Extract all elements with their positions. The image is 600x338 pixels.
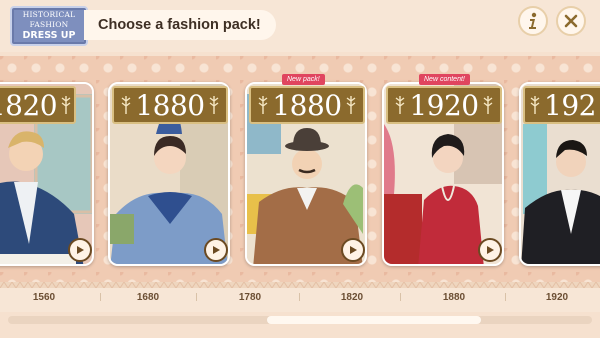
new-pack-tag: New pack!	[282, 74, 325, 85]
timeline-label[interactable]: 1560	[33, 292, 55, 303]
new-content-tag: New content!	[419, 74, 470, 85]
year-badge: 1920	[386, 86, 502, 124]
sprig-icon	[209, 96, 219, 114]
info-button[interactable]	[518, 6, 548, 36]
close-icon	[564, 14, 578, 28]
play-icon	[487, 246, 494, 254]
sprig-icon	[258, 96, 268, 114]
year-label: 1920	[409, 88, 479, 122]
sprig-icon	[395, 96, 405, 114]
play-icon	[77, 246, 84, 254]
timeline-tick	[100, 293, 101, 301]
sprig-icon	[483, 96, 493, 114]
sprig-icon	[121, 96, 131, 114]
year-badge: 1820	[0, 86, 76, 124]
timeline-ruler	[0, 282, 600, 288]
timeline-label[interactable]: 1680	[137, 292, 159, 303]
year-badge: 1880	[249, 86, 365, 124]
year-label: 1820	[0, 88, 58, 122]
play-button[interactable]	[68, 238, 92, 262]
play-icon	[213, 246, 220, 254]
play-icon	[350, 246, 357, 254]
page-title: Choose a fashion pack!	[84, 10, 276, 40]
scrollbar-thumb[interactable]	[267, 316, 481, 324]
info-icon	[529, 12, 537, 29]
timeline-tick	[505, 293, 506, 301]
timeline-label[interactable]: 1920	[546, 292, 568, 303]
timeline-tick	[299, 293, 300, 301]
play-button[interactable]	[478, 238, 502, 262]
year-label: 1880	[135, 88, 205, 122]
timeline-tick	[196, 293, 197, 301]
timeline-label[interactable]: 1880	[443, 292, 465, 303]
game-logo: HISTORICAL FASHION DRESS UP	[10, 6, 88, 46]
sprig-icon	[61, 96, 71, 114]
play-button[interactable]	[204, 238, 228, 262]
logo-line-2: DRESS UP	[22, 30, 76, 41]
sprig-icon	[346, 96, 356, 114]
logo-line-1: HISTORICAL FASHION	[22, 10, 76, 29]
timeline-label[interactable]: 1820	[341, 292, 363, 303]
close-button[interactable]	[556, 6, 586, 36]
year-badge: 192	[523, 86, 600, 124]
play-button[interactable]	[341, 238, 365, 262]
year-badge: 1880	[112, 86, 228, 124]
timeline-label[interactable]: 1780	[239, 292, 261, 303]
year-label: 1880	[272, 88, 342, 122]
timeline-tick	[400, 293, 401, 301]
sprig-icon	[530, 96, 540, 114]
year-label: 192	[544, 88, 596, 122]
